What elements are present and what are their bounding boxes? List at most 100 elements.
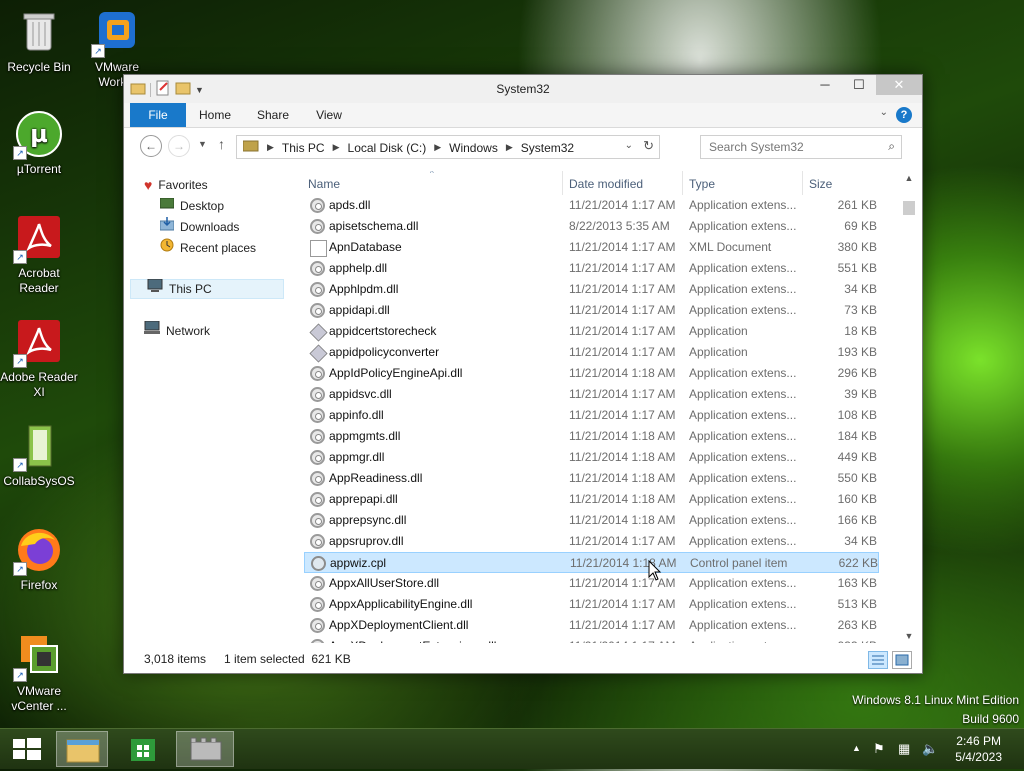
close-button[interactable]: ✕ bbox=[876, 75, 922, 95]
file-row[interactable]: appidapi.dll 11/21/2014 1:17 AM Applicatio… bbox=[304, 300, 879, 321]
file-row[interactable]: apds.dll 11/21/2014 1:17 AM Application ex… bbox=[304, 195, 879, 216]
desktop-icon-utorrent[interactable]: µ ↗ µTorrent bbox=[0, 110, 78, 177]
file-row[interactable]: apisetschema.dll 8/22/2013 5:35 AM Applica… bbox=[304, 216, 879, 237]
show-hidden-icons[interactable]: ▲ bbox=[852, 743, 861, 753]
file-row[interactable]: appidcertstorecheck 11/21/2014 1:17 AM App… bbox=[304, 321, 879, 342]
file-row[interactable]: AppXDeploymentExtensions.dll 11/21/2014 1… bbox=[304, 636, 879, 643]
breadcrumb-windows[interactable]: Windows bbox=[449, 141, 498, 155]
tab-file[interactable]: File bbox=[130, 103, 186, 127]
taskbar-store[interactable] bbox=[118, 731, 168, 767]
dll-gear-icon bbox=[310, 198, 325, 213]
network-status-icon[interactable]: ▦ bbox=[898, 741, 910, 757]
file-type: Application extens... bbox=[689, 471, 797, 485]
file-row[interactable]: appmgmts.dll 11/21/2014 1:18 AM Applicatio… bbox=[304, 426, 879, 447]
refresh-icon[interactable]: ↻ bbox=[643, 138, 654, 154]
desktop-icon-acrobat-reader[interactable]: ↗ Acrobat Reader bbox=[0, 214, 78, 296]
file-name: appwiz.cpl bbox=[330, 556, 387, 570]
recent-locations-icon[interactable]: ▼ bbox=[198, 139, 207, 149]
column-type[interactable]: Type bbox=[689, 177, 715, 191]
file-row[interactable]: appidpolicyconverter 11/21/2014 1:17 AM Ap… bbox=[304, 342, 879, 363]
large-icons-view-button[interactable] bbox=[892, 651, 912, 669]
dll-gear-icon bbox=[310, 513, 325, 528]
nav-favorites[interactable]: ♥ Favorites bbox=[144, 175, 208, 195]
start-button[interactable] bbox=[0, 731, 56, 767]
desktop-icon-adobe-reader[interactable]: ↗ Adobe Reader XI bbox=[0, 318, 78, 400]
dll-gear-icon bbox=[310, 387, 325, 402]
maximize-button[interactable]: ☐ bbox=[842, 75, 876, 95]
file-row[interactable]: appwiz.cpl 11/21/2014 1:18 AM Control pane… bbox=[304, 552, 879, 573]
title-bar[interactable]: ▼ System32 ─ ☐ ✕ bbox=[124, 75, 922, 103]
system-clock[interactable]: 2:46 PM 5/4/2023 bbox=[955, 733, 1002, 765]
file-row[interactable]: AppxApplicabilityEngine.dll 11/21/2014 1:… bbox=[304, 594, 879, 615]
nav-network[interactable]: Network bbox=[144, 320, 210, 341]
scroll-down-icon[interactable]: ▼ bbox=[901, 631, 917, 641]
file-name: AppReadiness.dll bbox=[329, 471, 423, 485]
breadcrumb-system32[interactable]: System32 bbox=[521, 141, 574, 155]
file-row[interactable]: AppXDeploymentClient.dll 11/21/2014 1:17 … bbox=[304, 615, 879, 636]
taskbar-app[interactable] bbox=[176, 731, 234, 767]
file-row[interactable]: appmgr.dll 11/21/2014 1:18 AM Application … bbox=[304, 447, 879, 468]
file-type: Application extens... bbox=[689, 303, 797, 317]
file-row[interactable]: apphelp.dll 11/21/2014 1:17 AM Application… bbox=[304, 258, 879, 279]
nav-label: Recent places bbox=[180, 241, 257, 255]
dll-gear-icon bbox=[310, 303, 325, 318]
file-row[interactable]: apprepapi.dll 11/21/2014 1:18 AM Applicati… bbox=[304, 489, 879, 510]
column-size[interactable]: Size bbox=[809, 177, 832, 191]
action-center-flag-icon[interactable]: ⚑ bbox=[873, 741, 885, 757]
file-row[interactable]: Apphlpdm.dll 11/21/2014 1:17 AM Applicatio… bbox=[304, 279, 879, 300]
address-dropdown-icon[interactable]: ⌄ bbox=[625, 140, 633, 151]
nav-desktop[interactable]: Desktop bbox=[159, 196, 224, 216]
column-name[interactable]: Name bbox=[308, 177, 340, 191]
scroll-thumb[interactable] bbox=[903, 201, 915, 215]
file-name: apds.dll bbox=[329, 198, 371, 212]
address-bar[interactable]: ▶ This PC ▶ Local Disk (C:) ▶ Windows ▶ … bbox=[236, 135, 660, 159]
volume-muted-icon[interactable]: 🔈 bbox=[922, 741, 938, 757]
file-date-modified: 11/21/2014 1:17 AM bbox=[569, 576, 676, 590]
column-date-modified[interactable]: Date modified bbox=[569, 177, 643, 191]
file-row[interactable]: AppxAllUserStore.dll 11/21/2014 1:17 AM Ap… bbox=[304, 573, 879, 594]
file-type: Application bbox=[689, 324, 748, 338]
column-divider[interactable] bbox=[682, 171, 683, 195]
nav-this-pc[interactable]: This PC bbox=[130, 278, 284, 299]
up-arrow-icon[interactable]: ↑ bbox=[218, 136, 225, 152]
details-view-button[interactable] bbox=[868, 651, 888, 669]
tab-home[interactable]: Home bbox=[192, 103, 238, 127]
file-date-modified: 11/21/2014 1:18 AM bbox=[569, 429, 676, 443]
file-size: 39 KB bbox=[844, 387, 877, 401]
scroll-up-icon[interactable]: ▲ bbox=[901, 173, 917, 183]
tab-share[interactable]: Share bbox=[248, 103, 298, 127]
nav-label: Favorites bbox=[158, 178, 208, 192]
file-row[interactable]: appinfo.dll 11/21/2014 1:17 AM Application… bbox=[304, 405, 879, 426]
nav-downloads[interactable]: Downloads bbox=[159, 217, 239, 237]
breadcrumb-local-disk[interactable]: Local Disk (C:) bbox=[348, 141, 427, 155]
file-row[interactable]: AppReadiness.dll 11/21/2014 1:18 AM Applic… bbox=[304, 468, 879, 489]
vertical-scrollbar[interactable]: ▲ ▼ bbox=[901, 171, 917, 643]
file-row[interactable]: AppIdPolicyEngineApi.dll 11/21/2014 1:18 … bbox=[304, 363, 879, 384]
file-row[interactable]: apprepsync.dll 11/21/2014 1:18 AM Applicat… bbox=[304, 510, 879, 531]
desktop-icon-collabsysos[interactable]: ↗ CollabSysOS bbox=[0, 422, 78, 489]
desktop-icon-firefox[interactable]: ↗ Firefox bbox=[0, 526, 78, 593]
search-input[interactable]: Search System32 bbox=[709, 140, 804, 154]
file-row[interactable]: appidsvc.dll 11/21/2014 1:17 AM Applicatio… bbox=[304, 384, 879, 405]
taskbar-file-explorer[interactable] bbox=[56, 731, 108, 767]
nav-recent-places[interactable]: Recent places bbox=[160, 238, 256, 258]
desktop-icon-vmware-vcenter[interactable]: ↗ VMware vCenter ... bbox=[0, 632, 78, 714]
file-row[interactable]: appsruprov.dll 11/21/2014 1:17 AM Applicat… bbox=[304, 531, 879, 552]
back-button[interactable]: ← bbox=[140, 135, 162, 157]
status-bar: 3,018 items 1 item selected 621 KB bbox=[124, 645, 922, 673]
tab-view[interactable]: View bbox=[306, 103, 352, 127]
file-date-modified: 11/21/2014 1:17 AM bbox=[569, 345, 676, 359]
column-divider[interactable] bbox=[562, 171, 563, 195]
column-divider[interactable] bbox=[802, 171, 803, 195]
file-type: XML Document bbox=[689, 240, 772, 254]
breadcrumb-this-pc[interactable]: This PC bbox=[282, 141, 325, 155]
minimize-button[interactable]: ─ bbox=[808, 75, 842, 95]
dll-gear-icon bbox=[310, 450, 325, 465]
expand-ribbon-icon[interactable]: ⌄ bbox=[880, 107, 888, 118]
desktop-icon-label: Recycle Bin bbox=[7, 60, 71, 74]
search-box[interactable]: Search System32 ⌕ bbox=[700, 135, 902, 159]
desktop-icon-recycle-bin[interactable]: Recycle Bin bbox=[0, 8, 78, 75]
help-icon[interactable]: ? bbox=[896, 107, 912, 123]
file-row[interactable]: ApnDatabase 11/21/2014 1:17 AM XML Documen… bbox=[304, 237, 879, 258]
forward-button[interactable]: → bbox=[168, 135, 190, 157]
